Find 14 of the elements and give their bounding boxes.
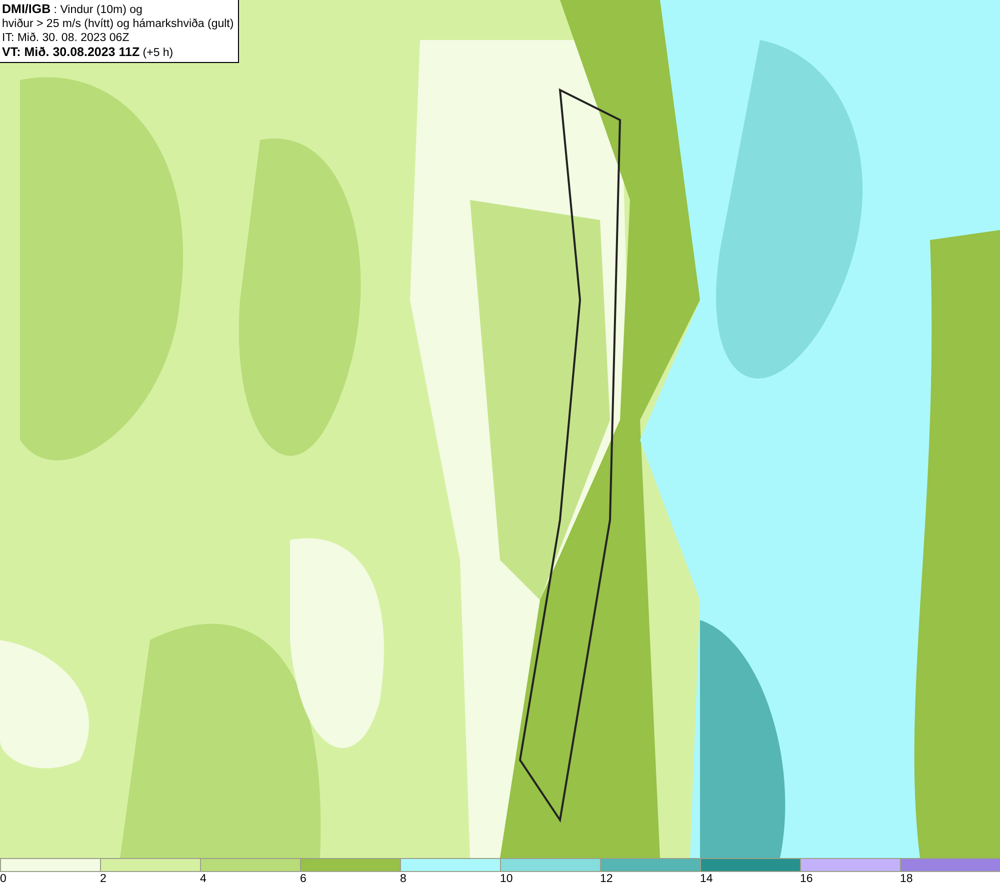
scale-label: 6 — [300, 872, 306, 887]
scale-label: 4 — [200, 872, 206, 887]
scale-label: 16 — [800, 872, 813, 887]
scale-label: 0 — [0, 872, 6, 887]
header-line: VT: Mið. 30.08.2023 11Z (+5 h) — [2, 45, 174, 60]
scale-label: 10 — [500, 872, 513, 887]
scale-label: 12 — [600, 872, 613, 887]
scale-label: 18 — [900, 872, 913, 887]
header-line: IT: Mið. 30. 08. 2023 06Z — [2, 31, 130, 45]
header-line: hviður > 25 m/s (hvítt) og hámarkshviða (gult) — [2, 17, 234, 31]
header-line: DMI/IGB : Vindur (10m) og — [2, 2, 144, 17]
scale-label: 8 — [400, 872, 406, 887]
scale-label: 2 — [100, 872, 106, 887]
scale-label: 14 — [700, 872, 713, 887]
